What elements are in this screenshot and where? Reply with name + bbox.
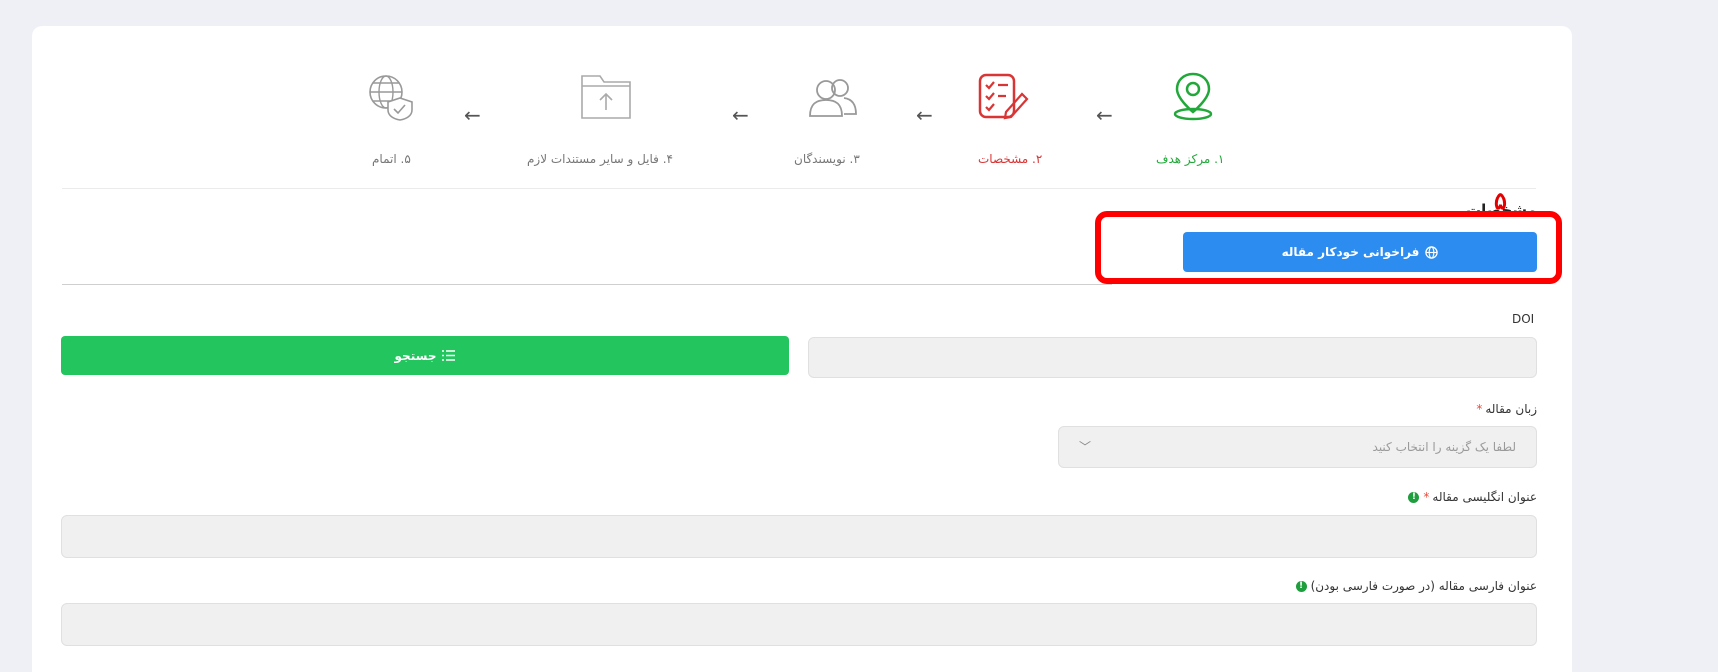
step-2-label: ۲. مشخصات <box>978 152 1043 166</box>
annotation-highlight-box <box>1095 211 1562 284</box>
step-3-label: ۳. نویسندگان <box>794 152 860 166</box>
step-5-label: ۵. اتمام <box>372 152 411 166</box>
stepper-divider <box>62 188 1536 189</box>
english-title-label: عنوان انگلیسی مقاله <box>1432 490 1537 504</box>
chevron-down-icon: ﹀ <box>1079 440 1092 454</box>
step-1-label: ۱. مرکز هدف <box>1156 152 1225 166</box>
users-icon <box>809 79 857 117</box>
location-pin-icon <box>1173 72 1213 121</box>
info-icon[interactable]: ! <box>1295 581 1307 592</box>
step-arrow-3: ← <box>732 103 749 127</box>
required-asterisk: * <box>1423 490 1430 504</box>
folder-upload-icon <box>581 75 631 119</box>
persian-title-label-row: عنوان فارسی مقاله (در صورت فارسی بودن)! <box>1295 579 1537 593</box>
step-arrow-1: ← <box>1096 103 1113 127</box>
info-icon[interactable]: ! <box>1408 492 1420 503</box>
language-label: زبان مقاله <box>1485 402 1537 416</box>
doi-input[interactable] <box>808 337 1537 378</box>
language-label-row: زبان مقاله* <box>1476 402 1537 416</box>
list-icon <box>442 350 456 361</box>
step-4-label: ۴. فایل و سایر مستندات لازم <box>527 152 673 166</box>
step-arrow-2: ← <box>916 103 933 127</box>
section-divider <box>62 284 1112 285</box>
persian-title-label: عنوان فارسی مقاله (در صورت فارسی بودن) <box>1310 579 1537 593</box>
persian-title-input[interactable] <box>61 603 1537 646</box>
globe-shield-icon <box>369 75 413 121</box>
required-asterisk: * <box>1476 402 1483 416</box>
language-placeholder: لطفا یک گزینه را انتخاب کنید <box>1372 440 1516 454</box>
checklist-pen-icon <box>978 73 1029 120</box>
search-label: جستجو <box>394 348 437 363</box>
english-title-input[interactable] <box>61 515 1537 558</box>
step-arrow-4: ← <box>464 103 481 127</box>
doi-label: DOI <box>1512 312 1535 326</box>
language-select[interactable]: لطفا یک گزینه را انتخاب کنید ﹀ <box>1058 426 1537 468</box>
english-title-label-row: عنوان انگلیسی مقاله*! <box>1408 490 1537 504</box>
doi-search-button[interactable]: جستجو <box>61 336 789 375</box>
